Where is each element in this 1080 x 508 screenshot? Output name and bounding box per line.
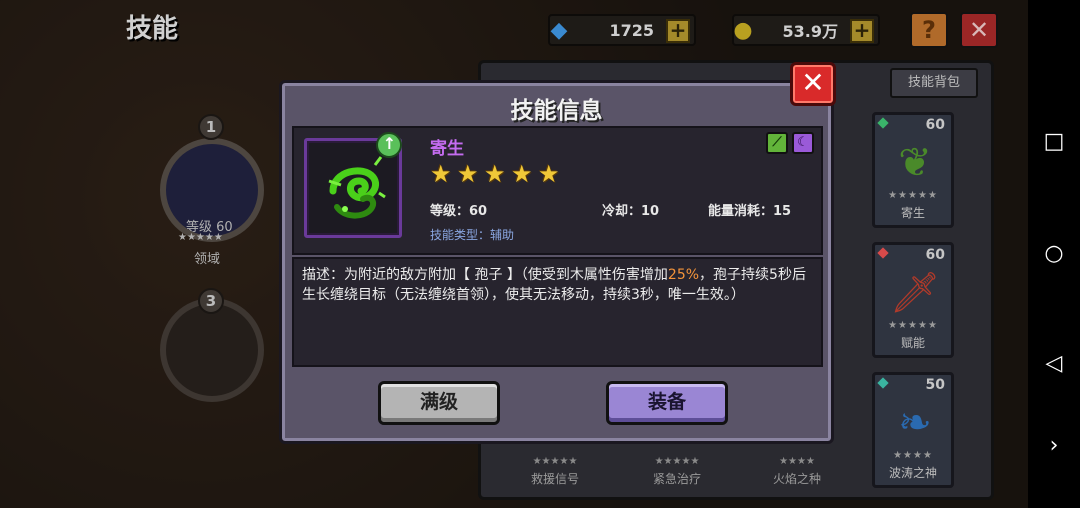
skill-info-panel: ↑ 寄生 ★ ★ ★ ★ ★ 等级：60 冷却：10 能量消耗：15 技能类型：… [292, 126, 823, 255]
diamond-icon: ◆ [550, 17, 568, 43]
add-gold-button[interactable]: + [850, 19, 874, 43]
skill-energy-cost: 能量消耗：15 [708, 204, 792, 219]
star-icon: ★ [430, 160, 452, 188]
skill-card[interactable]: 50 ❧ ★★★★ 波涛之神 [872, 372, 954, 488]
skill-info-dialog: 技能信息 ↑ 寄生 ★ ★ ★ ★ ★ 等级：60 冷却：10 能量消耗：15 … [279, 80, 834, 444]
card-level: 60 [925, 117, 945, 133]
sword-skill-icon: 🗡 [889, 270, 941, 316]
skill-card[interactable]: 60 🗡 ★★★★★ 赋能 [872, 242, 954, 358]
skill-description-panel: 描述：为附近的敌方附加【 孢子 】（使受到木属性伤害增加25%，孢子持续5秒后生… [292, 257, 823, 367]
card-stars: ★★★★★ [654, 456, 700, 467]
gem-counter: ◆ 1725 + [548, 14, 696, 46]
card-name[interactable]: 紧急治疗 [632, 470, 722, 487]
star-rating: ★ ★ ★ ★ ★ [430, 162, 562, 186]
chevron-right-icon[interactable]: › [1040, 432, 1068, 460]
star-icon: ★ [457, 160, 479, 188]
desc-prefix: 描述：为附近的敌方附加【 孢子 】（使受到木属性伤害增加 [302, 267, 668, 283]
desc-highlight: 25% [667, 267, 700, 283]
card-stars: ★★★★★ [888, 320, 938, 331]
star-icon: ★ [484, 160, 506, 188]
card-name: 赋能 [900, 336, 925, 350]
back-icon[interactable]: ◁ [1040, 350, 1068, 378]
card-name[interactable]: 救援信号 [510, 470, 600, 487]
page-title: 技能 [126, 14, 179, 44]
rarity-gem-icon [877, 117, 889, 129]
skill-cooldown: 冷却：10 [602, 204, 660, 219]
card-name: 波涛之神 [888, 466, 937, 480]
slot-1-stars: ★★★★★ [178, 232, 223, 243]
equip-button[interactable]: 装备 [606, 381, 728, 425]
dark-element-icon: ☾ [792, 132, 814, 154]
slot-1-name: 领域 [194, 252, 221, 267]
skill-level: 等级：60 [430, 204, 488, 219]
tab-skill-bag[interactable]: 技能背包 [890, 68, 978, 98]
gem-amount: 1725 [609, 20, 654, 40]
star-icon: ★ [511, 160, 533, 188]
wood-element-icon: ⟋ [766, 132, 788, 154]
star-icon: ★ [538, 160, 560, 188]
card-name: 寄生 [900, 206, 925, 220]
slot-number-1: 1 [198, 114, 224, 140]
card-stars: ★★★★★ [888, 190, 938, 201]
gold-counter: ● 53.9万 + [732, 14, 880, 46]
gold-amount: 53.9万 [782, 22, 838, 41]
card-level: 50 [925, 377, 945, 393]
dialog-title: 技能信息 [510, 98, 603, 124]
home-icon[interactable]: ○ [1040, 240, 1068, 268]
slot-number-3: 3 [198, 288, 224, 314]
add-gems-button[interactable]: + [666, 19, 690, 43]
rarity-gem-icon [877, 247, 889, 259]
card-stars: ★★★★ [779, 456, 815, 467]
help-button[interactable]: ? [910, 12, 948, 48]
coin-icon: ● [733, 17, 753, 43]
card-stars: ★★★★ [893, 450, 933, 461]
skill-card[interactable]: 60 ❦ ★★★★★ 寄生 [872, 112, 954, 228]
card-level: 60 [925, 247, 945, 263]
upgrade-arrow-glyph: ↑ [383, 134, 397, 154]
close-dialog-button[interactable]: ✕ [790, 62, 836, 106]
parasite-skill-icon [328, 156, 386, 219]
skill-name: 寄生 [430, 139, 464, 159]
max-level-button[interactable]: 满级 [378, 381, 500, 425]
wave-skill-icon: ❧ [898, 400, 932, 446]
recents-icon[interactable]: □ [1040, 128, 1068, 156]
rarity-gem-icon [877, 377, 889, 389]
close-page-button[interactable]: ✕ [960, 12, 998, 48]
skill-type: 技能类型：辅助 [430, 226, 514, 243]
skill-type-label: 技能类型： [430, 228, 491, 242]
skill-description: 描述：为附近的敌方附加【 孢子 】（使受到木属性伤害增加25%，孢子持续5秒后生… [302, 265, 812, 305]
card-name[interactable]: 火焰之种 [752, 470, 842, 487]
card-stars: ★★★★★ [532, 456, 578, 467]
skill-type-value: 辅助 [490, 228, 515, 242]
system-nav-bar: □ ○ ◁ › [1028, 0, 1080, 508]
parasite-skill-icon: ❦ [898, 140, 932, 186]
